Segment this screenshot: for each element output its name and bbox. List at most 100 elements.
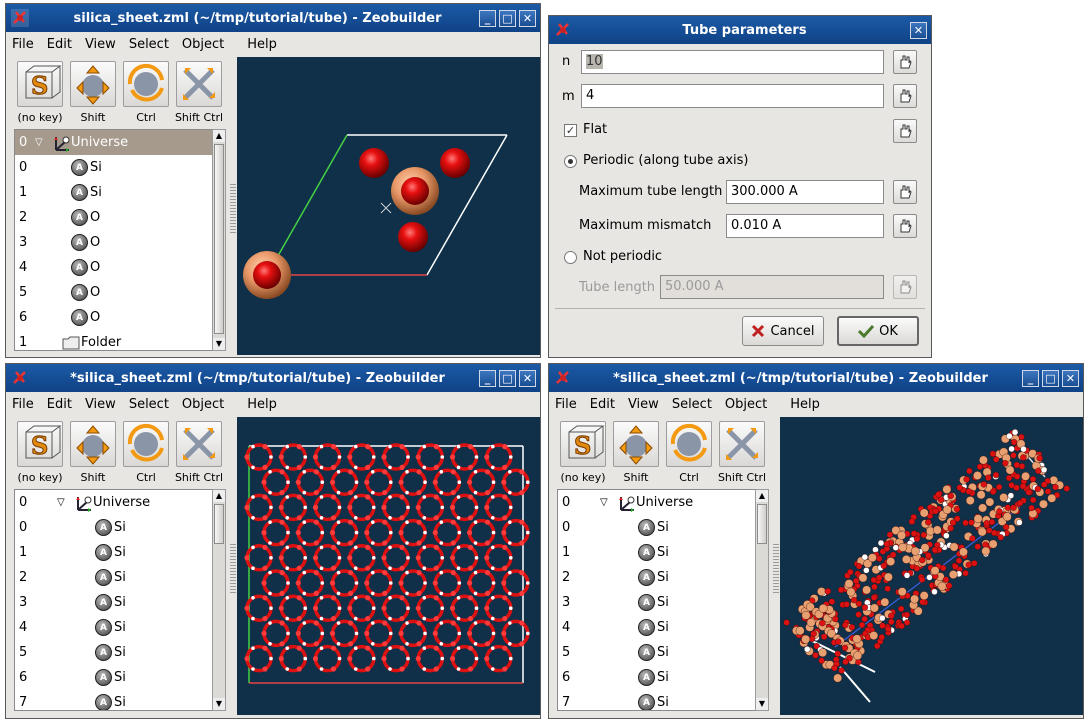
menu-select[interactable]: Select	[672, 397, 712, 412]
tree-row-universe[interactable]: 0 ▽ Universe	[15, 130, 213, 155]
tool-no-key-button[interactable]: S	[17, 61, 63, 107]
pane-splitter[interactable]	[773, 544, 779, 594]
tool-shift-button[interactable]	[613, 421, 659, 467]
expander-icon[interactable]: ▽	[600, 497, 608, 508]
tool-shift-button[interactable]	[70, 61, 116, 107]
tree-row[interactable]: 0 A Si	[15, 515, 213, 540]
tree-row[interactable]: 4AO	[15, 255, 213, 280]
max-tube-length-lock-button[interactable]	[893, 180, 917, 204]
tool-shift-ctrl-button[interactable]	[176, 61, 222, 107]
tree-scrollbar[interactable]: ▲ ▼	[212, 489, 226, 711]
maximize-icon[interactable]: □	[499, 369, 516, 387]
minimize-icon[interactable]: _	[479, 369, 496, 387]
menu-view[interactable]: View	[85, 37, 116, 52]
scroll-thumb[interactable]	[757, 504, 767, 544]
menu-view[interactable]: View	[85, 397, 116, 412]
tree-row[interactable]: 5 A Si	[558, 640, 756, 665]
not-periodic-radio[interactable]	[564, 251, 577, 264]
close-icon[interactable]: ✕	[910, 21, 927, 39]
ok-button[interactable]: OK	[837, 316, 919, 346]
tree-row-universe[interactable]: 0 ▽ Universe	[558, 490, 756, 515]
tree-row[interactable]: 4 A Si	[15, 615, 213, 640]
tree-row[interactable]: 2 A Si	[558, 565, 756, 590]
tool-no-key-button[interactable]: S	[560, 421, 606, 467]
tree-row[interactable]: 4 A Si	[558, 615, 756, 640]
scroll-down-icon[interactable]: ▼	[213, 698, 225, 710]
maximize-icon[interactable]: □	[499, 9, 516, 27]
max-mismatch-field[interactable]: 0.010 A	[726, 214, 884, 238]
menu-object[interactable]: Object	[182, 397, 224, 412]
maximize-icon[interactable]: □	[1042, 369, 1059, 387]
tool-shift-button[interactable]	[70, 421, 116, 467]
expander-icon[interactable]: ▽	[57, 497, 65, 508]
flat-lock-button[interactable]	[893, 119, 917, 143]
menu-file[interactable]: File	[555, 397, 577, 412]
tree-row[interactable]: 1 A Si	[558, 540, 756, 565]
tree-row[interactable]: 5AO	[15, 280, 213, 305]
flat-checkbox[interactable]: ✓	[564, 124, 577, 137]
tool-ctrl-button[interactable]	[123, 421, 169, 467]
tree-scrollbar[interactable]: ▲ ▼	[755, 489, 769, 711]
menu-view[interactable]: View	[628, 397, 659, 412]
n-lock-button[interactable]	[893, 50, 917, 74]
tool-ctrl-button[interactable]	[666, 421, 712, 467]
tree-row[interactable]: 1 A Si	[15, 180, 213, 205]
scroll-thumb[interactable]	[214, 504, 224, 544]
tree-row[interactable]: 2 A Si	[15, 565, 213, 590]
tree-row[interactable]: 3 A Si	[15, 590, 213, 615]
tree-row[interactable]: 7 A Si	[15, 690, 213, 710]
model-tree[interactable]: 0 ▽ Universe 0 A Si 1 A Si 2 A Si 3 A Si 4 A Si 5 A Si…	[14, 489, 214, 711]
tree-row[interactable]: 7 A Si	[558, 690, 756, 710]
tube-length-field[interactable]: 50.000 A	[660, 275, 884, 299]
tree-row[interactable]: 0 A Si	[558, 515, 756, 540]
tool-shift-ctrl-button[interactable]	[176, 421, 222, 467]
periodic-radio[interactable]	[564, 155, 577, 168]
menu-select[interactable]: Select	[129, 397, 169, 412]
scroll-down-icon[interactable]: ▼	[213, 338, 225, 350]
tool-no-key-button[interactable]: S	[17, 421, 63, 467]
scroll-up-icon[interactable]: ▲	[756, 490, 768, 502]
tree-row[interactable]: 3 A Si	[558, 590, 756, 615]
scroll-down-icon[interactable]: ▼	[756, 698, 768, 710]
pane-splitter[interactable]	[230, 544, 236, 594]
tree-row[interactable]: 2AO	[15, 205, 213, 230]
expander-icon[interactable]: ▽	[35, 137, 43, 148]
3d-viewport[interactable]	[237, 417, 540, 715]
tube-length-lock-button[interactable]	[893, 275, 917, 299]
menu-help[interactable]: Help	[247, 397, 277, 412]
menu-file[interactable]: File	[12, 37, 34, 52]
menu-edit[interactable]: Edit	[590, 397, 615, 412]
tree-row[interactable]: 6 A Si	[558, 665, 756, 690]
m-lock-button[interactable]	[893, 84, 917, 108]
menu-edit[interactable]: Edit	[47, 37, 72, 52]
tool-shift-ctrl-button[interactable]	[719, 421, 765, 467]
title-bar[interactable]: *silica_sheet.zml (~/tmp/tutorial/tube) …	[6, 364, 540, 392]
scroll-up-icon[interactable]: ▲	[213, 130, 225, 142]
tree-row[interactable]: 6AO	[15, 305, 213, 330]
max-tube-length-field[interactable]: 300.000 A	[726, 180, 884, 204]
m-field[interactable]: 4	[581, 84, 884, 108]
model-tree[interactable]: 0 ▽ Universe 0 A Si 1 A Si 2AO 3AO 4AO 5AO 6AO…	[14, 129, 214, 351]
tree-row[interactable]: 5 A Si	[15, 640, 213, 665]
menu-file[interactable]: File	[12, 397, 34, 412]
pane-splitter[interactable]	[230, 184, 236, 234]
n-field[interactable]: 10	[581, 50, 884, 74]
3d-viewport[interactable]	[780, 417, 1083, 715]
menu-help[interactable]: Help	[247, 37, 277, 52]
model-tree[interactable]: 0 ▽ Universe 0 A Si 1 A Si 2 A Si 3 A Si 4 A Si 5 A Si…	[557, 489, 757, 711]
minimize-icon[interactable]: _	[479, 9, 496, 27]
cancel-button[interactable]: Cancel	[742, 316, 824, 346]
tree-row[interactable]: 3AO	[15, 230, 213, 255]
menu-object[interactable]: Object	[182, 37, 224, 52]
menu-edit[interactable]: Edit	[47, 397, 72, 412]
tree-row[interactable]: 1 A Si	[15, 540, 213, 565]
max-mismatch-lock-button[interactable]	[893, 214, 917, 238]
tree-scrollbar[interactable]: ▲ ▼	[212, 129, 226, 351]
tree-row-folder[interactable]: 1 Folder	[15, 330, 213, 350]
menu-help[interactable]: Help	[790, 397, 820, 412]
title-bar[interactable]: *silica_sheet.zml (~/tmp/tutorial/tube) …	[549, 364, 1083, 392]
menu-select[interactable]: Select	[129, 37, 169, 52]
title-bar[interactable]: silica_sheet.zml (~/tmp/tutorial/tube) -…	[6, 4, 540, 32]
menu-object[interactable]: Object	[725, 397, 767, 412]
tool-ctrl-button[interactable]	[123, 61, 169, 107]
